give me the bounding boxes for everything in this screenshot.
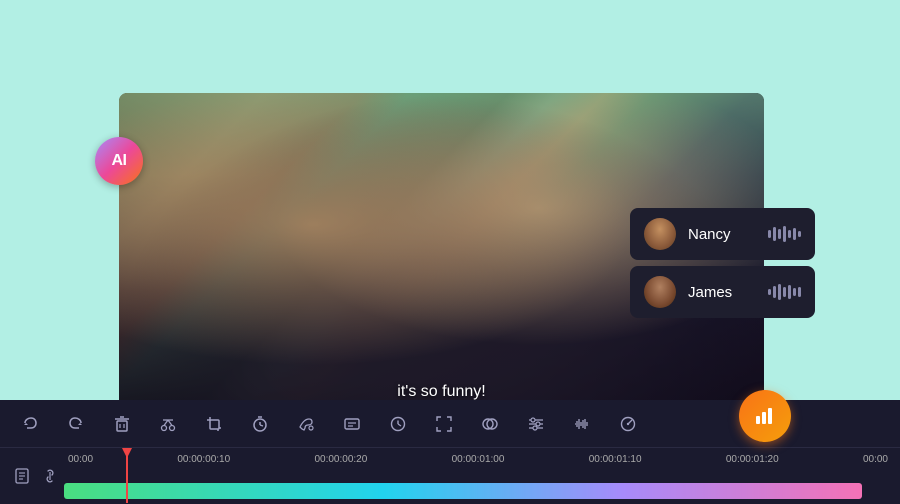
time-label-4: 00:00:01:10 <box>589 454 642 465</box>
crop-button[interactable] <box>200 410 228 438</box>
eq-settings-button[interactable] <box>522 410 550 438</box>
timeline-area: 00:00 00:00:00:10 00:00:00:20 00:00:01:0… <box>0 448 900 503</box>
track-bar <box>64 483 862 499</box>
avatar-james <box>644 276 676 308</box>
subtitle-text: it's so funny! <box>397 383 485 401</box>
fullscreen-button[interactable] <box>430 410 458 438</box>
playhead[interactable] <box>126 448 128 503</box>
cut-button[interactable] <box>154 410 182 438</box>
timeline-container: 00:00 00:00:00:10 00:00:00:20 00:00:01:0… <box>0 448 900 503</box>
audio-waveform-button[interactable] <box>568 410 596 438</box>
time-label-3: 00:00:01:00 <box>452 454 505 465</box>
time-label-6: 00:00 <box>863 454 888 465</box>
timeline-ruler[interactable]: 00:00 00:00:00:10 00:00:00:20 00:00:01:0… <box>64 448 892 503</box>
speaker-name-nancy: Nancy <box>688 226 756 243</box>
speaker-name-james: James <box>688 284 756 301</box>
speaker-card-james[interactable]: James <box>630 266 815 318</box>
speaker-cards: Nancy James <box>630 208 815 318</box>
waveform-nancy <box>768 226 801 242</box>
redo-button[interactable] <box>62 410 90 438</box>
delete-button[interactable] <box>108 410 136 438</box>
clock-button[interactable] <box>384 410 412 438</box>
timeline-page-button[interactable] <box>8 462 36 490</box>
undo-button[interactable] <box>16 410 44 438</box>
waveform-james <box>768 284 801 300</box>
ai-badge-label: AI <box>112 152 127 170</box>
main-container: it's so funny! AI Nancy <box>0 0 900 504</box>
time-label-2: 00:00:00:20 <box>314 454 367 465</box>
time-label-5: 00:00:01:20 <box>726 454 779 465</box>
analytics-fab-button[interactable] <box>739 390 791 442</box>
avatar-nancy <box>644 218 676 250</box>
time-label-0: 00:00 <box>68 454 93 465</box>
caption-button[interactable] <box>338 410 366 438</box>
timeline-link-button[interactable] <box>36 462 64 490</box>
analytics-icon <box>753 404 777 428</box>
speaker-card-nancy[interactable]: Nancy <box>630 208 815 260</box>
time-label-1: 00:00:00:10 <box>177 454 230 465</box>
timer-button[interactable] <box>246 410 274 438</box>
overlay-button[interactable] <box>476 410 504 438</box>
ai-badge[interactable]: AI <box>95 137 143 185</box>
speed-button[interactable] <box>614 410 642 438</box>
paint-button[interactable] <box>292 410 320 438</box>
